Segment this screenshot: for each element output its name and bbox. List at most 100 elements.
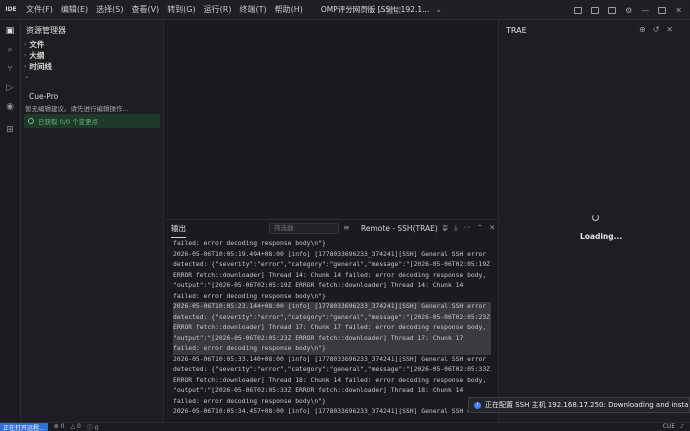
menu-view[interactable]: 查看(V) [127, 0, 163, 20]
filter-icon[interactable]: ≡ [343, 223, 350, 232]
toggle-panel-icon[interactable] [591, 6, 600, 14]
sidebar-title: 资源管理器 [26, 26, 66, 35]
window-controls: ⚙ — ✕ [574, 0, 690, 20]
files-icon[interactable]: ▣ [4, 25, 16, 37]
minimize-icon[interactable]: — [641, 6, 649, 15]
trae-panel: TRAE ⊕ ↺ ✕ Loading... [498, 20, 690, 422]
remote-indicator[interactable]: 正在打开远程... [0, 422, 48, 431]
log-line: failed: error decoding response body\n"} [173, 292, 326, 300]
command-search[interactable]: ⌕ 搜索 [378, 5, 401, 16]
toast-text: 正在配置 SSH 主机 192.168.17.250: Downloading … [485, 401, 690, 409]
log-line: detected: {"severity":"error","category"… [173, 312, 491, 323]
menu-help[interactable]: 帮助(H) [271, 0, 307, 20]
back-arrow-icon[interactable]: ← [347, 4, 354, 13]
lock-scroll-icon[interactable]: ⤓ [454, 223, 457, 233]
cue-pro-status-text: 已获取 0/0 个变更点 [38, 118, 99, 126]
trae-actions: ⊕ ↺ ✕ [639, 25, 673, 34]
info-icon: i [474, 401, 481, 409]
log-line: "output":"[2026-05-06T02:05:33Z ERROR fe… [173, 387, 464, 394]
output-channel-value: Remote - SSH(TRAE) [361, 224, 438, 233]
close-icon[interactable]: ✕ [489, 223, 495, 233]
history-icon[interactable]: ↺ [653, 25, 660, 34]
menu-run[interactable]: 运行(R) [200, 0, 236, 20]
run-debug-icon[interactable]: ▷ [4, 82, 16, 94]
bell-icon[interactable]: ♪ [680, 423, 684, 431]
section-timeline[interactable]: › 时间线 [24, 61, 52, 72]
extensions-icon[interactable]: ⊞ [4, 124, 16, 136]
maximize-icon[interactable] [658, 6, 667, 14]
menu-selection[interactable]: 选择(S) [92, 0, 127, 20]
menu-go[interactable]: 转到(G) [163, 0, 199, 20]
activity-bar: ▣ ⌕ ⑂ ▷ ◉ ⊞ [0, 20, 21, 422]
info-count-value: 0 [94, 424, 99, 431]
toggle-sidebar-icon[interactable] [574, 6, 583, 14]
log-line: 2026-05-06T10:05:19.494+08:00 [info] [17… [173, 250, 487, 258]
editor-area[interactable] [165, 20, 497, 218]
output-log[interactable]: failed: error decoding response body\n"}… [173, 239, 491, 418]
cue-status-item[interactable]: CUE [663, 423, 675, 431]
menu-file[interactable]: 文件(F) [22, 0, 57, 20]
more-icon[interactable]: ··· [464, 223, 471, 233]
error-count-value: 0 [60, 422, 65, 430]
panel-header: 输出 筛选器 ≡ Remote - SSH(TRAE) ⌄ ≣ ⤓ ··· ⌃ … [165, 220, 497, 238]
gear-icon[interactable]: ⚙ [625, 6, 632, 15]
section-outline-label: 大纲 [29, 51, 45, 60]
cue-pro-description: 暂无编辑建议。请先进行编辑操作... [25, 105, 129, 113]
clear-output-icon[interactable]: ≣ [442, 223, 448, 233]
log-line: ERROR fetch::downloader] Thread 14: Chun… [173, 271, 487, 279]
error-count: ⊗ 0 [53, 422, 65, 430]
output-channel-select[interactable]: Remote - SSH(TRAE) ⌄ [361, 223, 448, 234]
log-line: ERROR fetch::downloader] Thread 17: Chun… [173, 323, 491, 334]
info-count: ⓘ 0 [86, 424, 99, 431]
search-placeholder: 搜索 [386, 6, 402, 15]
tab-output[interactable]: 输出 [171, 223, 186, 238]
section-files-label: 文件 [29, 40, 45, 49]
log-line: 2026-05-06T10:05:33.140+08:00 [info] [17… [173, 355, 487, 363]
maximize-panel-icon[interactable]: ⌃ [477, 223, 483, 233]
section-timeline-label: 时间线 [29, 62, 52, 71]
cue-pro-status: 已获取 0/0 个变更点 [24, 114, 160, 128]
menu-terminal[interactable]: 终端(T) [235, 0, 270, 20]
new-chat-icon[interactable]: ⊕ [639, 25, 646, 34]
close-icon[interactable]: ✕ [666, 25, 673, 34]
forward-arrow-icon[interactable]: → [362, 4, 369, 13]
remote-explorer-icon[interactable]: ◉ [4, 101, 16, 113]
chevron-right-icon: › [24, 52, 27, 59]
output-panel: 输出 筛选器 ≡ Remote - SSH(TRAE) ⌄ ≣ ⤓ ··· ⌃ … [165, 219, 497, 422]
log-line: 2026-05-06T10:05:34.457+08:00 [info] [17… [173, 408, 487, 415]
log-line: failed: error decoding response body\n"} [173, 240, 326, 247]
log-line: ERROR fetch::downloader] Thread 18: Chun… [173, 376, 487, 384]
log-line: failed: error decoding response body\n"} [173, 397, 326, 405]
chevron-down-icon[interactable]: ⌄ [435, 5, 442, 14]
menu-edit[interactable]: 编辑(E) [57, 0, 92, 20]
nav-arrows: ← → [347, 4, 368, 13]
status-bar: 正在打开远程... ⊗ 0 △ 0 ⓘ 0 CUE ♪ [0, 422, 690, 431]
chevron-right-icon: › [24, 63, 27, 70]
log-line: detected: {"severity":"error","category"… [173, 261, 490, 268]
chevron-right-icon: › [24, 41, 27, 48]
problems-counts[interactable]: ⊗ 0 △ 0 ⓘ 0 [54, 423, 99, 431]
workspace-title[interactable]: OMP评分网页版 [SSH: 192.1... [321, 4, 429, 15]
search-icon: ⌕ [378, 5, 383, 15]
log-line: 2026-05-06T10:05:23.144+08:00 [info] [17… [173, 302, 491, 313]
log-line: "output":"[2026-05-06T02:05:23Z ERROR fe… [173, 333, 491, 344]
app-logo: IDE [5, 6, 17, 13]
source-control-icon[interactable]: ⑂ [4, 63, 16, 75]
search-icon[interactable]: ⌕ [4, 44, 16, 56]
loading-spinner-icon [592, 214, 599, 221]
warning-count: △ 0 [70, 422, 81, 430]
toggle-secondary-sidebar-icon[interactable] [608, 6, 617, 14]
section-files[interactable]: › 文件 [24, 39, 44, 50]
loading-text: Loading... [580, 232, 623, 241]
chevron-down-icon[interactable]: ⌄ [24, 73, 29, 80]
log-line: failed: error decoding response body\n"} [173, 344, 491, 355]
ide-window: IDE 文件(F) 编辑(E) 选择(S) 查看(V) 转到(G) 运行(R) … [0, 0, 690, 431]
section-outline[interactable]: › 大纲 [24, 50, 44, 61]
filter-input[interactable]: 筛选器 [269, 223, 339, 234]
status-check-icon [28, 118, 34, 124]
close-icon[interactable]: ✕ [675, 6, 682, 15]
cue-pro-title[interactable]: Cue-Pro [29, 92, 58, 101]
title-bar: IDE 文件(F) 编辑(E) 选择(S) 查看(V) 转到(G) 运行(R) … [0, 0, 690, 20]
panel-actions: ≣ ⤓ ··· ⌃ ✕ [442, 223, 495, 233]
ssh-notification-toast[interactable]: i 正在配置 SSH 主机 192.168.17.250: Downloadin… [468, 397, 690, 413]
